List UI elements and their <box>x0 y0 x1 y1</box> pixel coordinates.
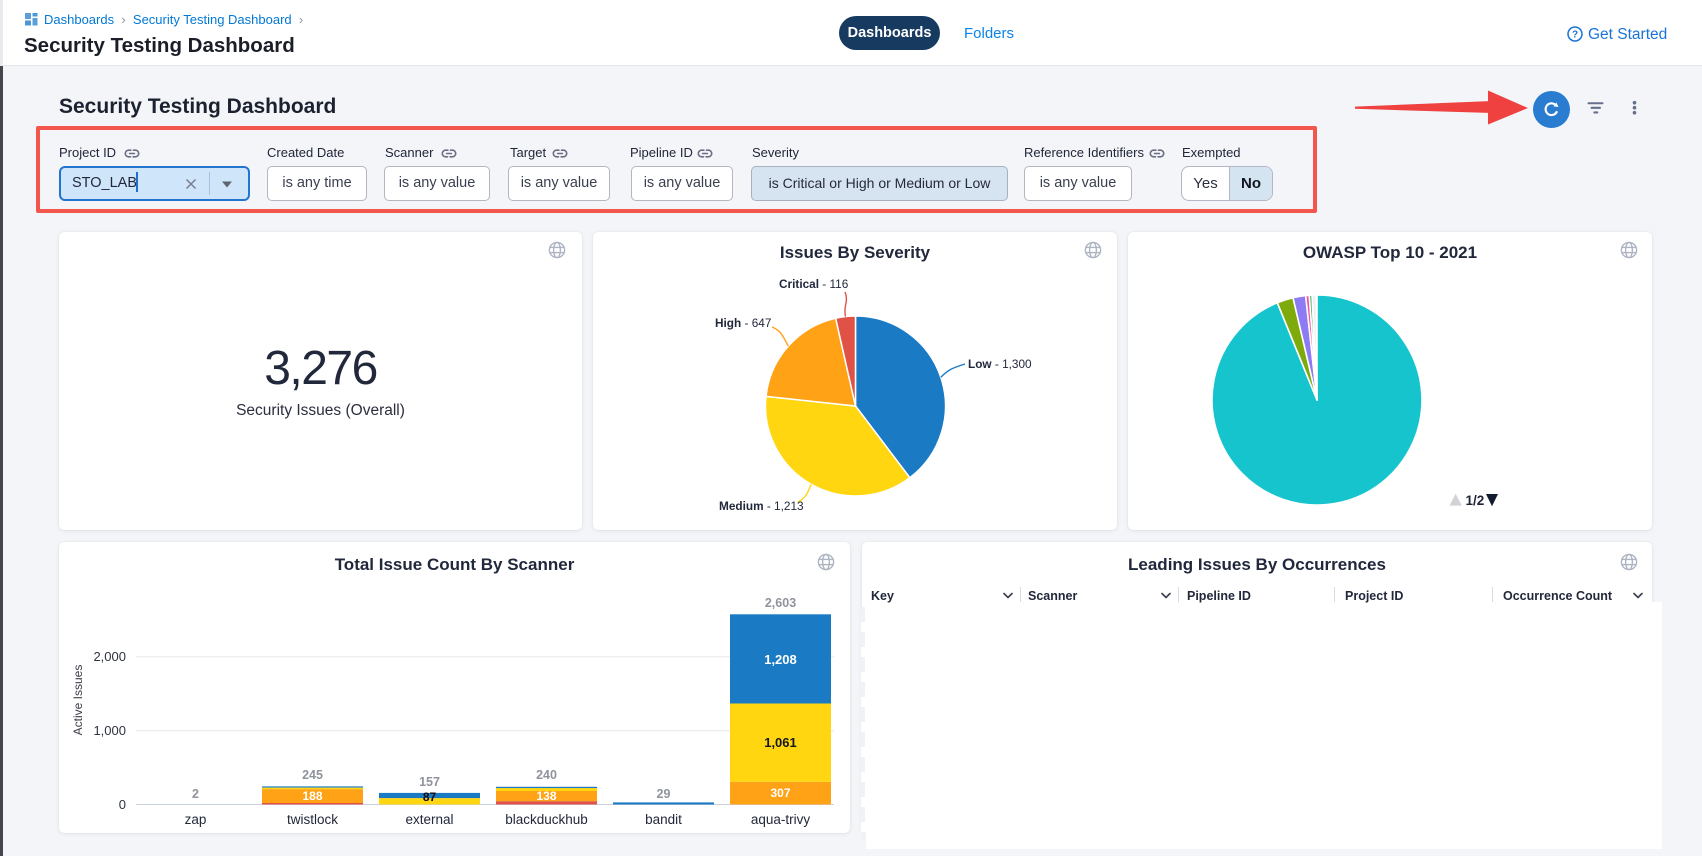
svg-text:1/2: 1/2 <box>1466 493 1485 508</box>
svg-text:?: ? <box>1572 30 1578 41</box>
